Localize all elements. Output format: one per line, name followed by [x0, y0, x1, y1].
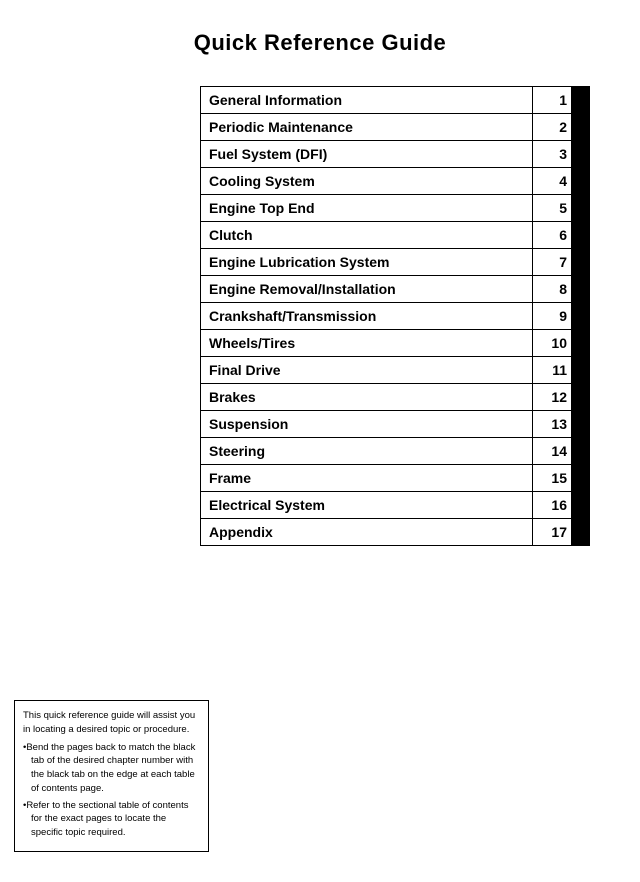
toc-black-tab — [571, 168, 589, 194]
toc-black-tab — [571, 303, 589, 329]
toc-black-tab — [571, 519, 589, 545]
toc-black-tab — [571, 384, 589, 410]
toc-number: 15 — [533, 465, 571, 491]
toc-number: 5 — [533, 195, 571, 221]
toc-row: Wheels/Tires10 — [200, 329, 590, 357]
toc-label: Wheels/Tires — [201, 330, 533, 356]
toc-number: 1 — [533, 87, 571, 113]
toc-black-tab — [571, 195, 589, 221]
toc-black-tab — [571, 249, 589, 275]
toc-row: Electrical System16 — [200, 491, 590, 519]
toc-row: Crankshaft/Transmission9 — [200, 302, 590, 330]
toc-label: Engine Removal/Installation — [201, 276, 533, 302]
toc-row: Engine Lubrication System7 — [200, 248, 590, 276]
toc-row: Brakes12 — [200, 383, 590, 411]
toc-black-tab — [571, 276, 589, 302]
toc-row: Final Drive11 — [200, 356, 590, 384]
toc-row: Engine Top End5 — [200, 194, 590, 222]
toc-black-tab — [571, 411, 589, 437]
footnote-box: This quick reference guide will assist y… — [14, 700, 209, 852]
footnote-bullet2: •Refer to the sectional table of content… — [23, 799, 200, 840]
toc-row: General Information1 — [200, 86, 590, 114]
toc-table: General Information1Periodic Maintenance… — [200, 86, 590, 545]
toc-row: Fuel System (DFI)3 — [200, 140, 590, 168]
toc-black-tab — [571, 492, 589, 518]
toc-black-tab — [571, 141, 589, 167]
toc-number: 12 — [533, 384, 571, 410]
toc-row: Engine Removal/Installation8 — [200, 275, 590, 303]
toc-label: Appendix — [201, 519, 533, 545]
toc-black-tab — [571, 330, 589, 356]
toc-label: Brakes — [201, 384, 533, 410]
toc-number: 2 — [533, 114, 571, 140]
page-title: Quick Reference Guide — [20, 30, 620, 56]
toc-black-tab — [571, 465, 589, 491]
toc-number: 16 — [533, 492, 571, 518]
toc-row: Steering14 — [200, 437, 590, 465]
toc-number: 6 — [533, 222, 571, 248]
toc-label: Frame — [201, 465, 533, 491]
toc-label: Fuel System (DFI) — [201, 141, 533, 167]
toc-number: 8 — [533, 276, 571, 302]
toc-row: Frame15 — [200, 464, 590, 492]
toc-label: Final Drive — [201, 357, 533, 383]
toc-black-tab — [571, 114, 589, 140]
toc-number: 9 — [533, 303, 571, 329]
toc-label: Suspension — [201, 411, 533, 437]
toc-label: Crankshaft/Transmission — [201, 303, 533, 329]
toc-number: 11 — [533, 357, 571, 383]
toc-row: Cooling System4 — [200, 167, 590, 195]
toc-number: 13 — [533, 411, 571, 437]
toc-label: Clutch — [201, 222, 533, 248]
toc-black-tab — [571, 87, 589, 113]
toc-number: 17 — [533, 519, 571, 545]
toc-row: Periodic Maintenance2 — [200, 113, 590, 141]
toc-label: Engine Lubrication System — [201, 249, 533, 275]
footnote-intro: This quick reference guide will assist y… — [23, 709, 200, 737]
toc-row: Clutch6 — [200, 221, 590, 249]
toc-black-tab — [571, 438, 589, 464]
toc-label: Electrical System — [201, 492, 533, 518]
toc-number: 7 — [533, 249, 571, 275]
toc-label: Periodic Maintenance — [201, 114, 533, 140]
footnote-bullet1: •Bend the pages back to match the black … — [23, 741, 200, 796]
toc-row: Suspension13 — [200, 410, 590, 438]
toc-label: Engine Top End — [201, 195, 533, 221]
toc-label: Steering — [201, 438, 533, 464]
toc-black-tab — [571, 222, 589, 248]
toc-number: 3 — [533, 141, 571, 167]
toc-label: General Information — [201, 87, 533, 113]
toc-number: 14 — [533, 438, 571, 464]
toc-number: 4 — [533, 168, 571, 194]
toc-row: Appendix17 — [200, 518, 590, 546]
toc-black-tab — [571, 357, 589, 383]
toc-number: 10 — [533, 330, 571, 356]
toc-container: General Information1Periodic Maintenance… — [20, 86, 620, 545]
toc-label: Cooling System — [201, 168, 533, 194]
